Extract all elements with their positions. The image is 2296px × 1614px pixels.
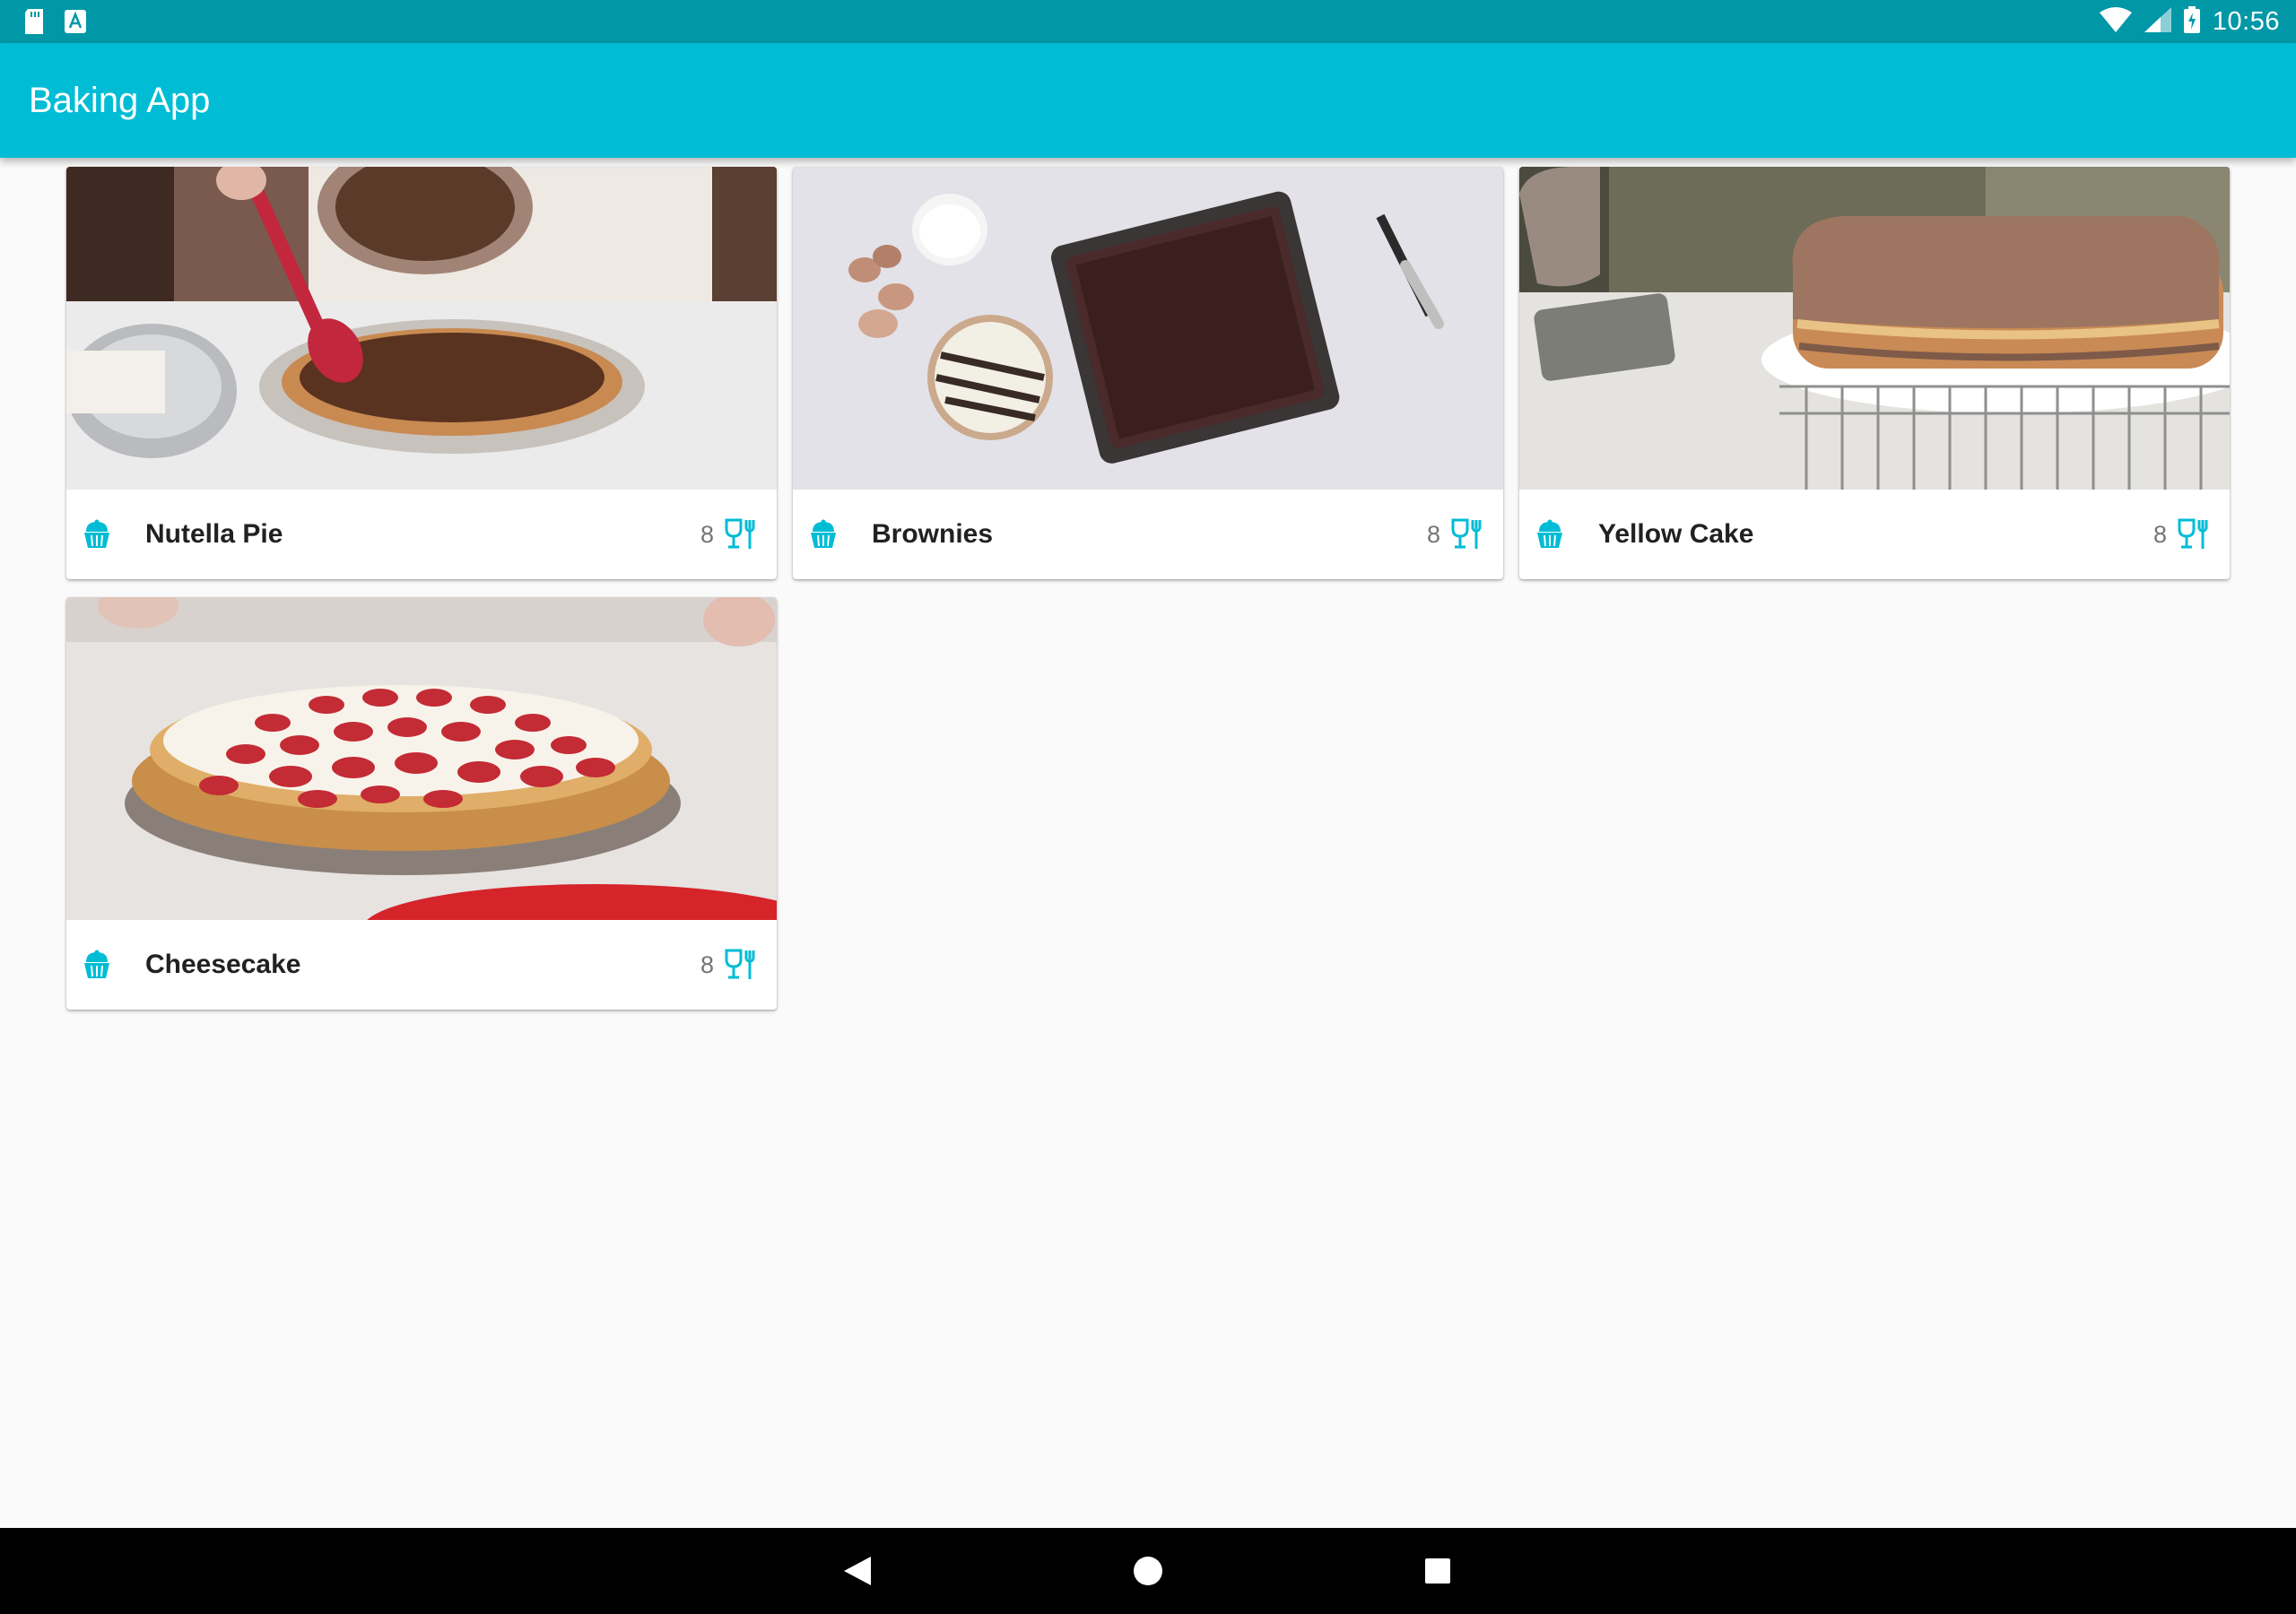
- cupcake-icon: [807, 518, 839, 551]
- cupcake-icon: [81, 518, 113, 551]
- servings-count: 8: [700, 521, 714, 548]
- navigation-bar: [0, 1528, 2296, 1614]
- recents-button[interactable]: [1395, 1528, 1481, 1614]
- recipe-grid: Nutella Pie 8 Brownies 8 Yellow Cake 8 C…: [0, 158, 2296, 1528]
- recipe-card-footer: Cheesecake 8: [66, 920, 777, 1010]
- home-button[interactable]: [1105, 1528, 1191, 1614]
- recipe-card[interactable]: Brownies 8: [793, 167, 1503, 579]
- recipe-image-cheesecake: [66, 597, 777, 920]
- recipe-card-footer: Brownies 8: [793, 490, 1503, 579]
- servings-icon: [723, 516, 759, 552]
- servings-icon: [2176, 516, 2212, 552]
- back-icon: [844, 1557, 871, 1585]
- back-button[interactable]: [814, 1528, 900, 1614]
- recipe-card[interactable]: Nutella Pie 8: [66, 167, 777, 579]
- recipe-card-footer: Yellow Cake 8: [1519, 490, 2230, 579]
- status-time: 10:56: [2212, 6, 2280, 36]
- recipe-image-nutella-pie: [66, 167, 777, 490]
- recipe-card[interactable]: Cheesecake 8: [66, 597, 777, 1010]
- recipe-name: Yellow Cake: [1598, 519, 1754, 549]
- sd-card-icon: [23, 9, 45, 39]
- servings-icon: [723, 947, 759, 983]
- cupcake-icon: [81, 949, 113, 981]
- recipe-name: Cheesecake: [145, 950, 301, 979]
- battery-icon: [2183, 5, 2200, 38]
- status-bar: 10:56: [0, 0, 2296, 43]
- app-title: Baking App: [29, 81, 211, 120]
- servings-count: 8: [1426, 521, 1440, 548]
- servings-count: 8: [700, 951, 714, 978]
- wifi-icon: [2099, 6, 2132, 37]
- recipe-name: Nutella Pie: [145, 519, 283, 549]
- recipe-image-yellow-cake: [1519, 167, 2230, 490]
- recipe-image-brownies: [793, 167, 1503, 490]
- servings-icon: [1449, 516, 1485, 552]
- recipe-name: Brownies: [872, 519, 994, 549]
- home-icon: [1134, 1557, 1162, 1585]
- a-badge-icon: [65, 10, 86, 38]
- cupcake-icon: [1534, 518, 1566, 551]
- servings-count: 8: [2152, 521, 2167, 548]
- app-bar: Baking App: [0, 43, 2296, 158]
- recipe-card[interactable]: Yellow Cake 8: [1519, 167, 2230, 579]
- recipe-card-footer: Nutella Pie 8: [66, 490, 777, 579]
- recents-icon: [1425, 1558, 1450, 1584]
- cell-signal-icon: [2144, 6, 2171, 37]
